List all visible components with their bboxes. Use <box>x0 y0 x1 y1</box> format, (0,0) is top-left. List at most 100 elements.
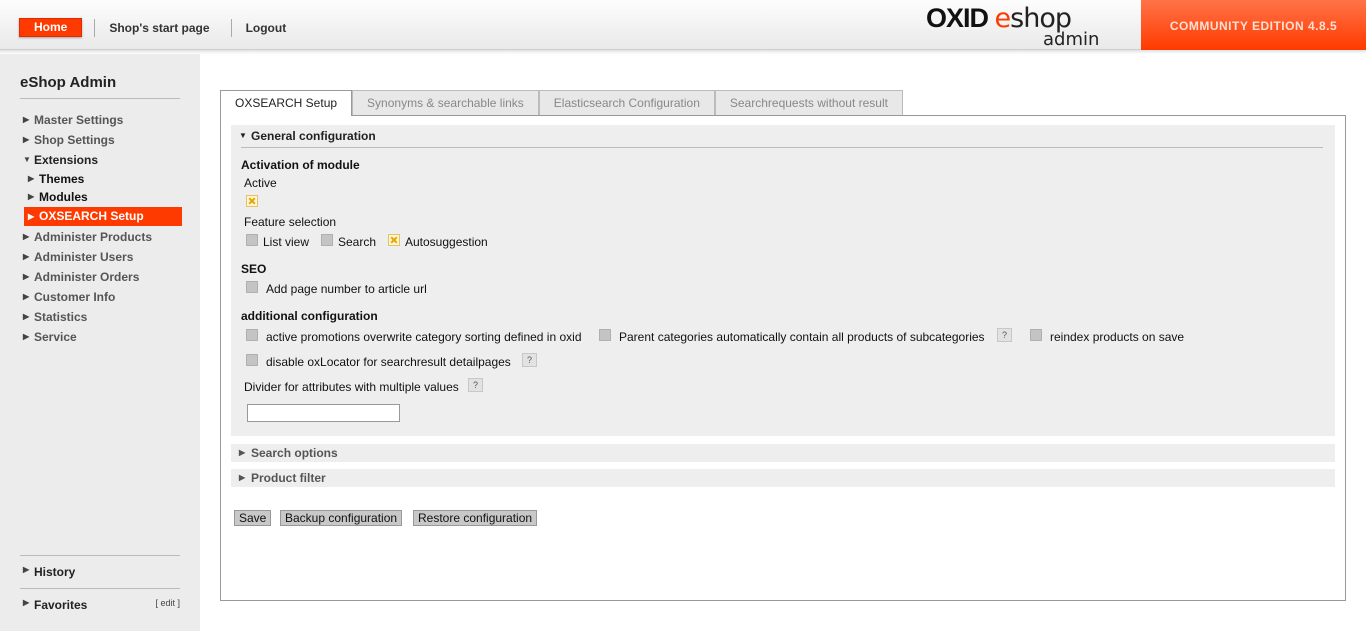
help-icon[interactable]: ? <box>468 378 483 392</box>
search-checkbox[interactable] <box>321 234 333 246</box>
sidebar-item-label: Administer Users <box>34 250 134 264</box>
search-label: Search <box>338 235 377 249</box>
search-options-header[interactable]: ▶ Search options <box>231 444 1335 462</box>
favorites-label: Favorites <box>34 598 88 612</box>
promotions-sorting-label: active promotions overwrite category sor… <box>266 330 582 344</box>
main-panel: ▼ General configuration Activation of mod… <box>220 115 1346 601</box>
sidebar-item-label: Shop Settings <box>34 133 115 147</box>
sidebar-item-service[interactable]: ▶ Service <box>20 327 182 347</box>
caret-right-icon: ▶ <box>23 292 30 301</box>
sidebar-menu: ▶ Master Settings ▶ Shop Settings ▼ Extensi… <box>20 110 182 347</box>
restore-configuration-button[interactable]: Restore configuration <box>413 510 538 526</box>
autosuggestion-checkbox[interactable] <box>388 234 400 246</box>
product-filter-header[interactable]: ▶ Product filter <box>231 469 1335 487</box>
sidebar-history[interactable]: ▶ History <box>20 565 180 579</box>
sidebar-item-administer-orders[interactable]: ▶ Administer Orders <box>20 267 182 287</box>
sidebar-item-label: Administer Products <box>34 230 153 244</box>
section-divider <box>241 147 1323 148</box>
logout-link[interactable]: Logout <box>246 21 287 35</box>
sidebar-item-master-settings[interactable]: ▶ Master Settings <box>20 110 182 130</box>
logo-oxid: OXID <box>926 3 989 33</box>
caret-right-icon: ▶ <box>239 448 246 457</box>
home-button[interactable]: Home <box>19 18 83 37</box>
caret-right-icon: ▶ <box>23 565 30 574</box>
section-title: General configuration <box>251 129 376 143</box>
sidebar-item-label: Modules <box>39 190 88 204</box>
tab-searchrequests[interactable]: Searchrequests without result <box>714 90 903 115</box>
caret-right-icon: ▶ <box>23 272 30 281</box>
caret-right-icon: ▶ <box>23 252 30 261</box>
caret-right-icon: ▶ <box>23 598 30 607</box>
caret-right-icon: ▶ <box>239 473 246 482</box>
disable-oxlocator-checkbox[interactable] <box>246 354 258 366</box>
sidebar-item-customer-info[interactable]: ▶ Customer Info <box>20 287 182 307</box>
caret-down-icon: ▼ <box>239 131 247 140</box>
backup-configuration-button[interactable]: Backup configuration <box>280 510 403 526</box>
sidebar-item-label: OXSEARCH Setup <box>39 209 144 223</box>
page-number-url-checkbox[interactable] <box>246 281 258 293</box>
activation-title: Activation of module <box>241 158 360 172</box>
general-configuration-section: ▼ General configuration Activation of mod… <box>231 125 1335 436</box>
reindex-checkbox[interactable] <box>1030 329 1042 341</box>
sidebar-item-oxsearch-setup[interactable]: ▶ OXSEARCH Setup <box>24 207 182 226</box>
caret-right-icon: ▶ <box>23 115 30 124</box>
sidebar-item-administer-users[interactable]: ▶ Administer Users <box>20 247 182 267</box>
tab-oxsearch-setup[interactable]: OXSEARCH Setup <box>220 90 353 116</box>
logo-admin: admin <box>1043 29 1100 50</box>
sidebar-item-label: Customer Info <box>34 290 116 304</box>
nav-divider <box>94 18 96 37</box>
sidebar-item-label: Master Settings <box>34 113 124 127</box>
caret-right-icon: ▶ <box>23 232 30 241</box>
save-button[interactable]: Save <box>234 510 272 526</box>
sidebar-title: eShop Admin <box>20 74 117 91</box>
caret-right-icon: ▶ <box>28 192 35 201</box>
sidebar-item-label: Service <box>34 330 77 344</box>
sidebar-divider <box>20 588 180 589</box>
active-checkbox[interactable] <box>246 195 258 207</box>
sidebar: eShop Admin ▶ Master Settings ▶ Shop Setti… <box>0 54 200 631</box>
help-icon[interactable]: ? <box>997 328 1012 342</box>
caret-right-icon: ▶ <box>28 212 35 221</box>
edition-banner: COMMUNITY EDITION 4.8.5 <box>1141 0 1366 50</box>
parent-categories-label: Parent categories automatically contain … <box>619 330 985 344</box>
sidebar-item-modules[interactable]: ▶ Modules <box>20 188 182 206</box>
feature-selection-label: Feature selection <box>244 215 337 229</box>
top-nav: Home Shop's start page Logout <box>19 18 307 37</box>
parent-categories-checkbox[interactable] <box>599 329 611 341</box>
additional-config-title: additional configuration <box>241 309 378 323</box>
logo-e: e <box>994 3 1012 34</box>
top-header: Home Shop's start page Logout OXID eshop… <box>0 0 1366 50</box>
search-options-section: ▶ Search options <box>231 444 1335 462</box>
divider-attributes-label: Divider for attributes with multiple val… <box>244 380 459 394</box>
history-label: History <box>34 565 76 579</box>
autosuggestion-label: Autosuggestion <box>405 235 488 249</box>
favorites-edit-link[interactable]: [ edit ] <box>155 598 180 608</box>
sidebar-item-shop-settings[interactable]: ▶ Shop Settings <box>20 130 182 150</box>
seo-title: SEO <box>241 262 267 276</box>
list-view-checkbox[interactable] <box>246 234 258 246</box>
sidebar-item-extensions[interactable]: ▼ Extensions <box>20 150 182 170</box>
tab-synonyms[interactable]: Synonyms & searchable links <box>352 90 539 115</box>
page-number-url-label: Add page number to article url <box>266 282 427 296</box>
section-title: Product filter <box>251 471 326 485</box>
general-configuration-header[interactable]: ▼ General configuration <box>231 125 1335 147</box>
sidebar-item-statistics[interactable]: ▶ Statistics <box>20 307 182 327</box>
caret-right-icon: ▶ <box>28 174 35 183</box>
shop-start-page-link[interactable]: Shop's start page <box>109 21 209 35</box>
divider-attributes-input[interactable] <box>247 404 400 422</box>
sidebar-divider <box>20 555 180 556</box>
help-icon[interactable]: ? <box>522 353 537 367</box>
promotions-sorting-checkbox[interactable] <box>246 329 258 341</box>
sidebar-item-label: Themes <box>39 172 85 186</box>
sidebar-item-themes[interactable]: ▶ Themes <box>20 170 182 188</box>
sidebar-favorites[interactable]: ▶ Favorites [ edit ] <box>20 598 180 612</box>
disable-oxlocator-label: disable oxLocator for searchresult detai… <box>266 355 511 369</box>
sidebar-item-label: Statistics <box>34 310 88 324</box>
list-view-label: List view <box>263 235 310 249</box>
caret-down-icon: ▼ <box>23 155 31 164</box>
sidebar-item-administer-products[interactable]: ▶ Administer Products <box>20 227 182 247</box>
header-shadow <box>0 50 1366 54</box>
sidebar-item-label: Extensions <box>34 153 99 167</box>
tab-elasticsearch[interactable]: Elasticsearch Configuration <box>538 90 715 115</box>
sidebar-divider <box>20 98 180 99</box>
